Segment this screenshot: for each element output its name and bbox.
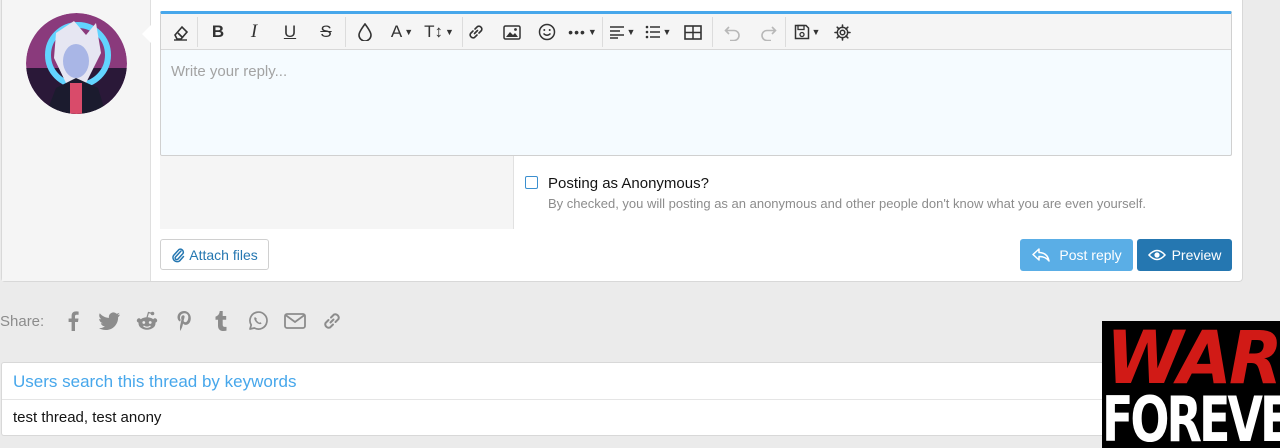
redo-icon[interactable]: [757, 20, 779, 44]
reply-textarea[interactable]: Write your reply...: [161, 50, 1231, 155]
toolbar-separator: [462, 17, 463, 47]
strikethrough-icon[interactable]: S: [315, 20, 337, 44]
insert-image-icon[interactable]: [501, 20, 523, 44]
preview-label: Preview: [1171, 247, 1222, 263]
eye-icon: [1147, 249, 1166, 261]
font-family-icon[interactable]: A ▼: [387, 20, 417, 44]
bold-icon[interactable]: B: [207, 20, 229, 44]
share-bar: Share:: [0, 309, 350, 333]
reply-editor: B I U S A ▼ T↕ ▼ ••• ▼ ▼ ▼ ▼ Write your …: [160, 11, 1232, 156]
toolbar-separator: [785, 17, 786, 47]
text-color-icon[interactable]: [354, 20, 376, 44]
editor-toolbar: B I U S A ▼ T↕ ▼ ••• ▼ ▼ ▼ ▼: [161, 14, 1231, 50]
attach-files-button[interactable]: Attach files: [160, 239, 269, 270]
tumblr-icon[interactable]: [202, 309, 239, 333]
keywords-block: Users search this thread by keywords tes…: [1, 362, 1243, 436]
reddit-icon[interactable]: [128, 309, 165, 333]
smilies-icon[interactable]: [536, 20, 558, 44]
reply-icon: [1032, 248, 1051, 262]
twitter-icon[interactable]: [91, 309, 128, 333]
whatsapp-icon[interactable]: [239, 309, 276, 333]
post-reply-label: Post reply: [1059, 247, 1122, 263]
avatar-pointer: [142, 24, 152, 44]
underline-icon[interactable]: U: [279, 20, 301, 44]
post-reply-button[interactable]: Post reply: [1020, 239, 1133, 271]
drafts-icon[interactable]: ▼: [791, 20, 823, 44]
anonymous-hint: By checked, you will posting as an anony…: [548, 196, 1146, 211]
toolbar-separator: [345, 17, 346, 47]
keywords-title: Users search this thread by keywords: [13, 372, 297, 391]
toolbar-separator: [602, 17, 603, 47]
preview-button[interactable]: Preview: [1137, 239, 1232, 271]
email-icon[interactable]: [276, 309, 313, 333]
attach-files-label: Attach files: [189, 246, 258, 263]
align-icon[interactable]: ▼: [607, 20, 637, 44]
italic-icon[interactable]: I: [243, 20, 265, 44]
user-avatar-column: [2, 0, 151, 281]
link-icon[interactable]: [313, 309, 350, 333]
more-options-icon[interactable]: ••• ▼: [567, 20, 599, 44]
toolbar-separator: [197, 17, 198, 47]
list-icon[interactable]: ▼: [643, 20, 673, 44]
logo-forever-text: FOREVER: [1102, 383, 1280, 448]
avatar[interactable]: [26, 13, 127, 114]
anonymous-checkbox[interactable]: [525, 176, 538, 189]
facebook-icon[interactable]: [54, 309, 91, 333]
undo-icon[interactable]: [721, 20, 743, 44]
settings-gear-icon[interactable]: [831, 20, 853, 44]
font-size-icon[interactable]: T↕ ▼: [422, 20, 456, 44]
keywords-text: test thread, test anony: [13, 409, 162, 426]
editor-placeholder: Write your reply...: [171, 63, 288, 80]
anonymous-checkbox-label[interactable]: Posting as Anonymous?: [548, 175, 709, 192]
pinterest-icon[interactable]: [165, 309, 202, 333]
keywords-divider: [2, 399, 1242, 400]
options-spacer: [160, 156, 513, 229]
insert-table-icon[interactable]: [682, 20, 704, 44]
war-forever-logo: WAR FOREVER: [1102, 321, 1280, 448]
insert-link-icon[interactable]: [465, 20, 487, 44]
share-label: Share:: [0, 312, 45, 330]
toolbar-separator: [712, 17, 713, 47]
paperclip-icon: [172, 247, 185, 262]
anonymous-option: Posting as Anonymous? By checked, you wi…: [513, 156, 1232, 229]
remove-formatting-icon[interactable]: [169, 20, 191, 44]
